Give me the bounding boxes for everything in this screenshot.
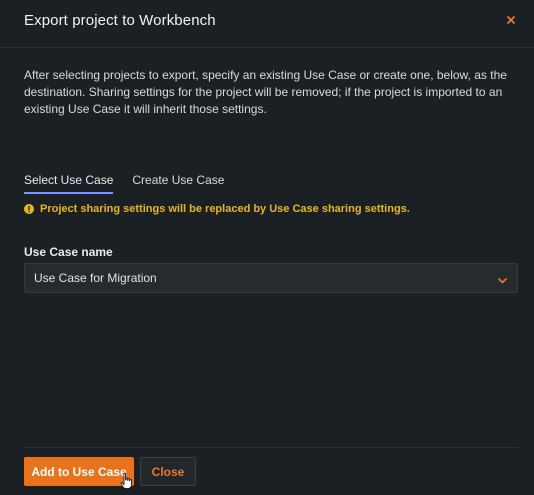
use-case-name-label: Use Case name: [24, 245, 113, 259]
tab-create-use-case[interactable]: Create Use Case: [132, 172, 224, 194]
chevron-down-icon: [497, 273, 508, 284]
add-to-use-case-button[interactable]: Add to Use Case: [24, 457, 134, 486]
dialog-description: After selecting projects to export, spec…: [24, 68, 507, 116]
sharing-warning: Project sharing settings will be replace…: [24, 203, 410, 215]
use-case-select[interactable]: Use Case for Migration: [24, 263, 518, 293]
warning-circle-icon: [24, 204, 34, 214]
close-button[interactable]: Close: [140, 457, 196, 486]
use-case-select-value: Use Case for Migration: [34, 271, 157, 285]
warning-text: Project sharing settings will be replace…: [40, 203, 410, 215]
footer-divider: [24, 447, 518, 448]
close-icon[interactable]: [504, 13, 518, 27]
tab-select-use-case[interactable]: Select Use Case: [24, 172, 114, 194]
dialog-title: Export project to Workbench: [24, 12, 216, 29]
export-dialog: Export project to Workbench After select…: [0, 0, 534, 495]
use-case-tabs: Select Use Case Create Use Case: [24, 172, 224, 194]
dialog-header: Export project to Workbench: [0, 0, 534, 48]
